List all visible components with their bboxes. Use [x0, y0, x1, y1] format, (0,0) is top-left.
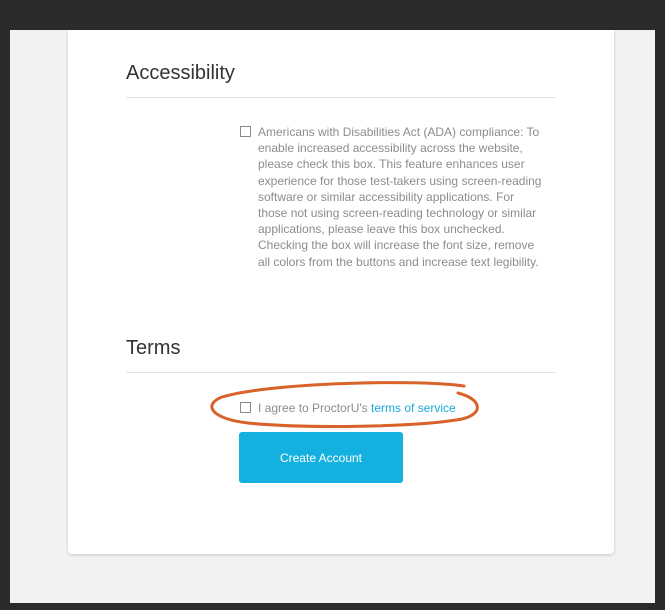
ada-line: enable increased accessibility across th…: [258, 141, 523, 156]
ada-line: please check this box. This feature enha…: [258, 157, 525, 172]
ada-line: those not using screen-reading technolog…: [258, 206, 537, 221]
page-viewport: Accessibility Americans with Disabilitie…: [10, 30, 655, 603]
ada-line: experience for those test-takers using s…: [258, 173, 542, 188]
accessibility-heading: Accessibility: [126, 62, 235, 84]
ada-compliance-description: Americans with Disabilities Act (ADA) co…: [258, 124, 560, 270]
terms-agree-prefix: I agree to ProctorU's: [258, 401, 368, 415]
ada-line: applications, please leave this box unch…: [258, 222, 505, 237]
ada-line: Americans with Disabilities Act (ADA) co…: [258, 125, 540, 139]
signup-form-card: Accessibility Americans with Disabilitie…: [68, 30, 614, 554]
terms-divider: [126, 372, 556, 373]
ada-line: Checking the box will increase the font …: [258, 238, 535, 253]
terms-agree-checkbox[interactable]: [240, 402, 251, 413]
terms-agree-label: I agree to ProctorU's terms of service: [258, 401, 456, 415]
ada-compliance-checkbox[interactable]: [240, 126, 251, 137]
create-account-button[interactable]: Create Account: [239, 432, 403, 483]
terms-of-service-link[interactable]: terms of service: [371, 401, 456, 415]
accessibility-divider: [126, 97, 556, 98]
ada-line: software or similar accessibility applic…: [258, 189, 515, 204]
terms-heading: Terms: [126, 337, 181, 359]
ada-line: all colors from the buttons and increase…: [258, 254, 539, 269]
